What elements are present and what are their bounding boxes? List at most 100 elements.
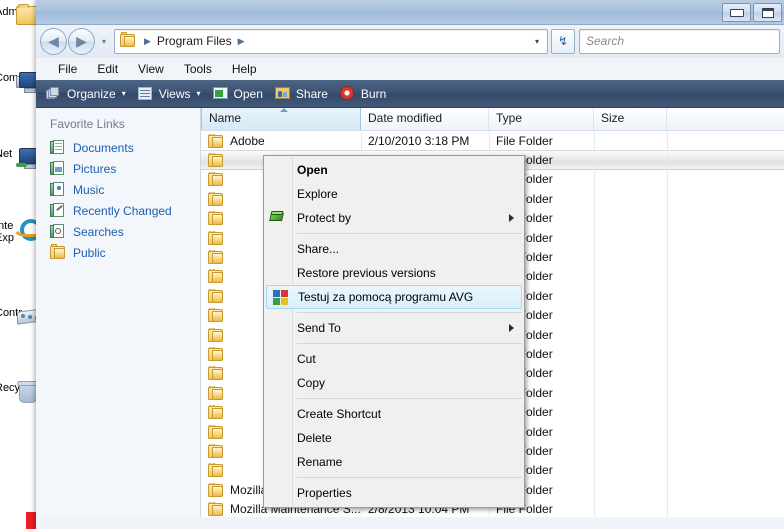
breadcrumb-separator-icon[interactable]: ▶ xyxy=(235,36,248,47)
menu-item-cut[interactable]: Cut xyxy=(264,347,524,371)
toolbar-label: Organize xyxy=(67,86,116,101)
table-row[interactable]: Adobe 2/10/2010 3:18 PM File Folder xyxy=(201,131,784,150)
folder-icon xyxy=(208,443,224,458)
folder-icon xyxy=(208,424,224,439)
menu-item-label: Create Shortcut xyxy=(297,407,382,421)
menu-item-label: Protect by xyxy=(297,211,352,225)
chevron-down-icon: ▾ xyxy=(121,89,126,98)
desktop-icon-computer[interactable]: Com xyxy=(0,70,41,93)
sidebar-item-label: Public xyxy=(73,245,106,260)
desktop-icon-recycle-bin[interactable]: Recy xyxy=(0,380,39,403)
menu-edit[interactable]: Edit xyxy=(87,60,128,78)
desktop-icon-control-panel[interactable]: Contr xyxy=(0,305,43,325)
favorite-links-sidebar: Favorite Links Documents Pictures Music … xyxy=(36,108,201,517)
sidebar-item-label: Searches xyxy=(73,224,124,239)
file-name-label: Adobe xyxy=(230,133,265,148)
folder-icon xyxy=(208,482,224,497)
window-titlebar[interactable] xyxy=(36,0,784,25)
breadcrumb-separator-icon: ▶ xyxy=(144,35,151,46)
sidebar-item-label: Recently Changed xyxy=(73,203,172,218)
toolbar-label: Views xyxy=(158,86,191,101)
sidebar-item-pictures[interactable]: Pictures xyxy=(36,158,200,179)
sidebar-item-label: Music xyxy=(73,182,105,197)
refresh-button[interactable]: ↯ xyxy=(551,28,575,54)
column-header-date-modified[interactable]: Date modified xyxy=(361,108,489,130)
menu-item-create-shortcut[interactable]: Create Shortcut xyxy=(264,402,524,426)
folder-icon xyxy=(208,463,224,478)
menu-separator xyxy=(297,312,522,313)
menu-item-properties[interactable]: Properties xyxy=(264,481,524,505)
menu-item-rename[interactable]: Rename xyxy=(264,450,524,474)
folder-icon xyxy=(208,308,224,323)
sidebar-item-documents[interactable]: Documents xyxy=(36,137,200,158)
toolbar-label: Share xyxy=(295,86,328,101)
folder-icon xyxy=(208,366,224,381)
menu-bar: File Edit View Tools Help xyxy=(36,57,784,80)
breadcrumb-program-files[interactable]: Program Files xyxy=(154,34,235,48)
menu-item-label: Rename xyxy=(297,455,343,469)
forward-button[interactable]: ▶ xyxy=(68,27,95,55)
desktop-icon-administrator[interactable]: Admi xyxy=(0,4,42,25)
toolbar-views-button[interactable]: Views ▾ xyxy=(137,86,201,102)
sidebar-item-public[interactable]: Public xyxy=(36,242,200,263)
column-gridline xyxy=(667,131,668,517)
history-dropdown-button[interactable]: ▾ xyxy=(98,37,110,46)
minimize-button[interactable] xyxy=(722,3,751,22)
folder-icon xyxy=(208,405,224,420)
menu-item-label: Open xyxy=(297,163,328,177)
back-button[interactable]: ◀ xyxy=(40,27,67,55)
column-header-blank xyxy=(667,108,784,130)
column-label: Date modified xyxy=(368,111,443,125)
menu-file[interactable]: File xyxy=(48,60,87,78)
search-box[interactable]: Search xyxy=(579,28,780,54)
menu-item-share[interactable]: Share... xyxy=(264,237,524,261)
menu-item-open[interactable]: Open xyxy=(264,158,524,182)
menu-item-delete[interactable]: Delete xyxy=(264,426,524,450)
sidebar-item-label: Documents xyxy=(73,140,134,155)
menu-item-explore[interactable]: Explore xyxy=(264,182,524,206)
column-header-size[interactable]: Size xyxy=(594,108,667,130)
open-icon xyxy=(212,86,229,102)
toolbar-burn-button[interactable]: Burn xyxy=(339,85,386,102)
share-icon xyxy=(274,86,291,102)
address-dropdown-button[interactable]: ▾ xyxy=(529,37,545,46)
folder-icon xyxy=(208,133,224,148)
back-arrow-icon: ◀ xyxy=(48,33,59,49)
menu-help[interactable]: Help xyxy=(222,60,267,78)
menu-item-protect-by[interactable]: Protect by xyxy=(264,206,524,230)
menu-item-send-to[interactable]: Send To xyxy=(264,316,524,340)
menu-view[interactable]: View xyxy=(128,60,174,78)
menu-item-restore-previous-versions[interactable]: Restore previous versions xyxy=(264,261,524,285)
address-breadcrumb-bar[interactable]: ▶ Program Files ▶ ▾ xyxy=(114,28,548,54)
documents-icon xyxy=(50,139,66,156)
maximize-button[interactable] xyxy=(753,3,782,22)
refresh-icon: ↯ xyxy=(557,34,569,48)
column-header-type[interactable]: Type xyxy=(489,108,594,130)
sidebar-item-recently-changed[interactable]: Recently Changed xyxy=(36,200,200,221)
toolbar-share-button[interactable]: Share xyxy=(274,86,328,102)
column-label: Type xyxy=(496,111,523,125)
organize-icon xyxy=(46,86,62,102)
desktop-icon-internet-explorer[interactable]: Inte Exp xyxy=(0,218,46,244)
menu-separator xyxy=(297,477,522,478)
toolbar-open-button[interactable]: Open xyxy=(212,86,263,102)
cell-name: Adobe xyxy=(201,133,361,148)
menu-item-label: Send To xyxy=(297,321,341,335)
menu-tools[interactable]: Tools xyxy=(174,60,222,78)
sidebar-item-music[interactable]: Music xyxy=(36,179,200,200)
toolbar-organize-button[interactable]: Organize ▾ xyxy=(46,86,126,102)
window-controls xyxy=(722,3,782,22)
chevron-down-icon: ▾ xyxy=(101,36,106,46)
search-placeholder: Search xyxy=(586,34,625,48)
sidebar-item-searches[interactable]: Searches xyxy=(36,221,200,242)
folder-icon xyxy=(208,269,224,284)
desktop-icon-network[interactable]: Net xyxy=(0,146,41,169)
folder-icon xyxy=(208,153,224,168)
column-label: Name xyxy=(209,111,242,125)
menu-item-copy[interactable]: Copy xyxy=(264,371,524,395)
column-header-name[interactable]: Name xyxy=(201,108,361,130)
column-label: Size xyxy=(601,111,625,125)
sidebar-item-label: Pictures xyxy=(73,161,117,176)
cell-date-modified: 2/10/2010 3:18 PM xyxy=(368,133,470,148)
menu-item-testuj-za-pomoc-programu-avg[interactable]: Testuj za pomocą programu AVG xyxy=(266,285,522,309)
